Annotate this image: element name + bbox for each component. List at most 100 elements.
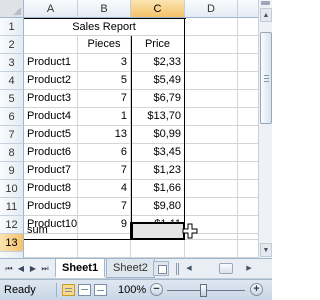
row-header-1[interactable]: 1 bbox=[0, 18, 24, 36]
page-break-view-icon[interactable] bbox=[94, 284, 107, 296]
cell-product-price[interactable]: $9,80 bbox=[131, 198, 185, 216]
cell-empty[interactable] bbox=[238, 72, 258, 90]
column-header-d[interactable]: D bbox=[185, 0, 238, 18]
scroll-left-arrow-icon[interactable]: ◀ bbox=[183, 262, 195, 275]
tab-split-handle[interactable] bbox=[176, 263, 179, 275]
cell-empty[interactable] bbox=[185, 126, 238, 144]
cell-b13[interactable] bbox=[78, 222, 131, 240]
cell-e2[interactable] bbox=[238, 36, 258, 54]
zoom-in-button[interactable]: + bbox=[250, 283, 263, 296]
cell-product-pieces[interactable]: 7 bbox=[78, 198, 131, 216]
row-header-11[interactable]: 11 bbox=[0, 198, 24, 216]
cell-sum-label[interactable]: sum bbox=[24, 222, 78, 240]
cell-empty[interactable] bbox=[238, 126, 258, 144]
zoom-slider-thumb[interactable] bbox=[200, 284, 207, 297]
cell-empty[interactable] bbox=[238, 180, 258, 198]
column-header-e[interactable] bbox=[238, 0, 258, 18]
column-header-c[interactable]: C bbox=[131, 0, 185, 18]
cell-product-name[interactable]: Product4 bbox=[24, 108, 78, 126]
row-header-12[interactable]: 12 bbox=[0, 216, 24, 234]
cell-empty[interactable] bbox=[185, 108, 238, 126]
cell-empty[interactable] bbox=[238, 198, 258, 216]
row-header-10[interactable]: 10 bbox=[0, 180, 24, 198]
prev-sheet-icon[interactable]: ◀ bbox=[16, 263, 26, 275]
spreadsheet-grid[interactable]: A B C D 1 2 3 4 5 6 7 8 9 10 11 12 13 Sales Report P… bbox=[0, 0, 258, 270]
cell-d1[interactable] bbox=[185, 18, 238, 36]
normal-view-icon[interactable] bbox=[62, 284, 75, 296]
next-sheet-icon[interactable]: ▶ bbox=[28, 263, 38, 275]
cell-empty[interactable] bbox=[185, 162, 238, 180]
row-header-5[interactable]: 5 bbox=[0, 90, 24, 108]
cell-product-price[interactable]: $1,66 bbox=[131, 180, 185, 198]
cell-empty[interactable] bbox=[238, 54, 258, 72]
cell-product-name[interactable]: Product1 bbox=[24, 54, 78, 72]
page-layout-view-icon[interactable] bbox=[78, 284, 91, 296]
cell-product-pieces[interactable]: 3 bbox=[78, 54, 131, 72]
cell-product-name[interactable]: Product2 bbox=[24, 72, 78, 90]
cell-product-name[interactable]: Product5 bbox=[24, 126, 78, 144]
cell-product-price[interactable]: $6,79 bbox=[131, 90, 185, 108]
cell-empty[interactable] bbox=[238, 144, 258, 162]
cell-product-pieces[interactable]: 4 bbox=[78, 180, 131, 198]
cell-empty[interactable] bbox=[238, 108, 258, 126]
cell-empty[interactable] bbox=[185, 72, 238, 90]
cell-empty[interactable] bbox=[185, 198, 238, 216]
select-all-corner[interactable] bbox=[0, 0, 24, 18]
cell-c13-selected[interactable] bbox=[131, 222, 185, 240]
cell-product-name[interactable]: Product9 bbox=[24, 198, 78, 216]
tab-sheet2[interactable]: Sheet2 bbox=[106, 259, 155, 278]
cell-e13[interactable] bbox=[238, 222, 258, 240]
row-header-6[interactable]: 6 bbox=[0, 108, 24, 126]
vertical-scrollbar[interactable]: ▲ ▼ bbox=[258, 0, 272, 258]
row-header-9[interactable]: 9 bbox=[0, 162, 24, 180]
cell-product-pieces[interactable]: 5 bbox=[78, 72, 131, 90]
cell-empty[interactable] bbox=[185, 144, 238, 162]
cell-product-name[interactable]: Product6 bbox=[24, 144, 78, 162]
cell-product-price[interactable]: $0,99 bbox=[131, 126, 185, 144]
cell-product-pieces[interactable]: 13 bbox=[78, 126, 131, 144]
tab-sheet1[interactable]: Sheet1 bbox=[55, 259, 106, 278]
cell-product-price[interactable]: $3,45 bbox=[131, 144, 185, 162]
zoom-level[interactable]: 100% bbox=[118, 284, 146, 296]
cell-c14[interactable] bbox=[131, 240, 185, 258]
cell-product-name[interactable]: Product7 bbox=[24, 162, 78, 180]
cell-empty[interactable] bbox=[238, 162, 258, 180]
last-sheet-icon[interactable]: ⏭ bbox=[40, 263, 50, 275]
cell-title[interactable]: Sales Report bbox=[24, 18, 185, 36]
cell-product-price[interactable]: $2,33 bbox=[131, 54, 185, 72]
cell-a14[interactable] bbox=[24, 240, 78, 258]
cell-empty[interactable] bbox=[238, 90, 258, 108]
scroll-right-arrow-icon[interactable]: ▶ bbox=[243, 262, 255, 275]
horizontal-scroll-thumb[interactable] bbox=[219, 263, 233, 274]
cell-product-pieces[interactable]: 1 bbox=[78, 108, 131, 126]
cell-empty[interactable] bbox=[185, 54, 238, 72]
column-header-a[interactable]: A bbox=[24, 0, 78, 18]
cell-b14[interactable] bbox=[78, 240, 131, 258]
cell-product-pieces[interactable]: 7 bbox=[78, 162, 131, 180]
vertical-scroll-thumb[interactable] bbox=[260, 32, 272, 124]
cell-e14[interactable] bbox=[238, 240, 258, 258]
row-header-7[interactable]: 7 bbox=[0, 126, 24, 144]
cell-product-price[interactable]: $1,23 bbox=[131, 162, 185, 180]
cell-pieces-header[interactable]: Pieces bbox=[78, 36, 131, 54]
cell-empty[interactable] bbox=[185, 90, 238, 108]
cell-d14[interactable] bbox=[185, 240, 238, 258]
cell-d2[interactable] bbox=[185, 36, 238, 54]
scroll-down-arrow-icon[interactable]: ▼ bbox=[260, 243, 272, 257]
row-header-3[interactable]: 3 bbox=[0, 54, 24, 72]
cell-product-name[interactable]: Product8 bbox=[24, 180, 78, 198]
row-header-8[interactable]: 8 bbox=[0, 144, 24, 162]
row-header-4[interactable]: 4 bbox=[0, 72, 24, 90]
cell-price-header[interactable]: Price bbox=[131, 36, 185, 54]
column-header-b[interactable]: B bbox=[78, 0, 131, 18]
cell-product-price[interactable]: $5,49 bbox=[131, 72, 185, 90]
scroll-up-arrow-icon[interactable]: ▲ bbox=[260, 8, 272, 22]
first-sheet-icon[interactable]: ⏮ bbox=[4, 263, 14, 275]
cell-product-price[interactable]: $13,70 bbox=[131, 108, 185, 126]
cell-a2[interactable] bbox=[24, 36, 78, 54]
cell-product-pieces[interactable]: 6 bbox=[78, 144, 131, 162]
cell-e1[interactable] bbox=[238, 18, 258, 36]
cell-product-pieces[interactable]: 7 bbox=[78, 90, 131, 108]
row-header-2[interactable]: 2 bbox=[0, 36, 24, 54]
vertical-split-handle[interactable] bbox=[261, 1, 270, 5]
